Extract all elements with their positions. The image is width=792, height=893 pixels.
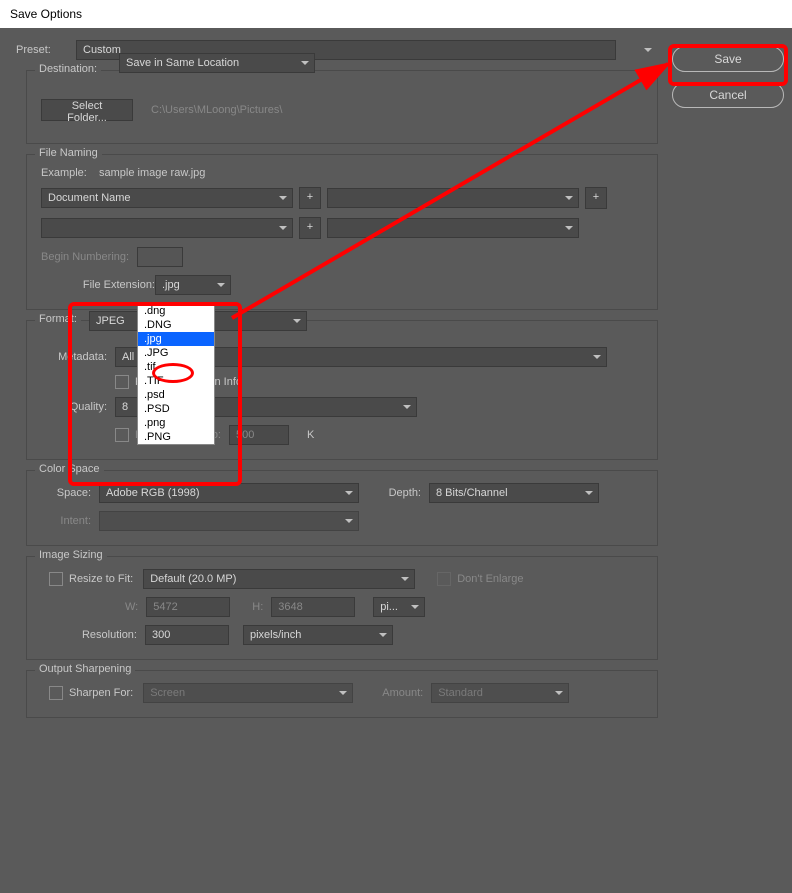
sharpening-fieldset: Output Sharpening Sharpen For: Screen Am… bbox=[26, 670, 658, 718]
naming-field-4[interactable] bbox=[327, 218, 579, 238]
depth-select[interactable]: 8 Bits/Channel bbox=[429, 483, 599, 503]
ext-option-PNG[interactable]: .PNG bbox=[138, 430, 214, 444]
space-select[interactable]: Adobe RGB (1998) bbox=[99, 483, 359, 503]
naming-field-3[interactable] bbox=[41, 218, 293, 238]
select-folder-button[interactable]: Select Folder... bbox=[41, 99, 133, 121]
ext-option-dng[interactable]: .dng bbox=[138, 304, 214, 318]
resize-label: Resize to Fit: bbox=[69, 573, 133, 585]
resolution-unit-select[interactable]: pixels/inch bbox=[243, 625, 393, 645]
ext-option-PSD[interactable]: .PSD bbox=[138, 402, 214, 416]
plus-icon-3[interactable]: + bbox=[299, 217, 321, 239]
file-extension-dropdown[interactable]: .dng .DNG .jpg .JPG .tif .TIF .psd .PSD … bbox=[137, 303, 215, 445]
destination-fieldset: Destination: Save in Same Location Selec… bbox=[26, 70, 658, 144]
sharpen-label: Sharpen For: bbox=[69, 687, 133, 699]
w-input bbox=[146, 597, 230, 617]
limit-filesize-checkbox[interactable] bbox=[115, 428, 129, 442]
h-input bbox=[271, 597, 355, 617]
ext-option-TIF[interactable]: .TIF bbox=[138, 374, 214, 388]
resolution-label: Resolution: bbox=[41, 629, 137, 641]
depth-label: Depth: bbox=[359, 487, 421, 499]
naming-field-2[interactable] bbox=[327, 188, 579, 208]
resize-select[interactable]: Default (20.0 MP) bbox=[143, 569, 415, 589]
ext-option-tif[interactable]: .tif bbox=[138, 360, 214, 374]
file-extension-select[interactable]: .jpg bbox=[155, 275, 231, 295]
remove-location-checkbox[interactable] bbox=[115, 375, 129, 389]
ext-option-JPG[interactable]: .JPG bbox=[138, 346, 214, 360]
intent-label: Intent: bbox=[41, 515, 91, 527]
window-title: Save Options bbox=[0, 0, 792, 28]
example-value: sample image raw.jpg bbox=[99, 167, 205, 179]
image-sizing-legend: Image Sizing bbox=[35, 549, 107, 561]
file-naming-fieldset: File Naming Example: sample image raw.jp… bbox=[26, 154, 658, 310]
save-button[interactable]: Save bbox=[672, 46, 784, 72]
resolution-input[interactable] bbox=[145, 625, 229, 645]
begin-numbering-label: Begin Numbering: bbox=[41, 251, 137, 263]
h-label: H: bbox=[252, 601, 263, 613]
destination-legend: Destination: bbox=[35, 63, 101, 75]
ext-option-psd[interactable]: .psd bbox=[138, 388, 214, 402]
color-space-fieldset: Color Space Space: Adobe RGB (1998) Dept… bbox=[26, 470, 658, 546]
file-naming-legend: File Naming bbox=[35, 147, 102, 159]
cancel-button[interactable]: Cancel bbox=[672, 82, 784, 108]
limit-filesize-input bbox=[229, 425, 289, 445]
dont-enlarge-checkbox bbox=[437, 572, 451, 586]
format-legend: Format: bbox=[35, 313, 81, 325]
image-sizing-fieldset: Image Sizing Resize to Fit: Default (20.… bbox=[26, 556, 658, 660]
destination-select[interactable]: Save in Same Location bbox=[119, 53, 315, 73]
amount-label: Amount: bbox=[353, 687, 423, 699]
sharpening-legend: Output Sharpening bbox=[35, 663, 135, 675]
naming-field-1[interactable]: Document Name bbox=[41, 188, 293, 208]
preset-label: Preset: bbox=[10, 44, 76, 56]
metadata-label: Metadata: bbox=[41, 351, 107, 363]
plus-icon[interactable]: + bbox=[299, 187, 321, 209]
sharpen-select: Screen bbox=[143, 683, 353, 703]
file-extension-label: File Extension: bbox=[41, 279, 155, 291]
amount-select: Standard bbox=[431, 683, 569, 703]
dont-enlarge-label: Don't Enlarge bbox=[457, 573, 523, 585]
intent-select bbox=[99, 511, 359, 531]
destination-path: C:\Users\MLoong\Pictures\ bbox=[151, 104, 282, 116]
w-label: W: bbox=[125, 601, 138, 613]
dim-unit-select[interactable]: pi... bbox=[373, 597, 425, 617]
resize-checkbox[interactable] bbox=[49, 572, 63, 586]
limit-unit: K bbox=[307, 429, 314, 441]
sharpen-checkbox[interactable] bbox=[49, 686, 63, 700]
ext-option-jpg[interactable]: .jpg bbox=[138, 332, 214, 346]
ext-option-DNG[interactable]: .DNG bbox=[138, 318, 214, 332]
color-space-legend: Color Space bbox=[35, 463, 104, 475]
quality-label: Quality: bbox=[41, 401, 107, 413]
example-label: Example: bbox=[41, 167, 99, 179]
format-fieldset: Format: JPEG Metadata: All Remove Locati… bbox=[26, 320, 658, 460]
begin-numbering-input bbox=[137, 247, 183, 267]
space-label: Space: bbox=[41, 487, 91, 499]
plus-icon-2[interactable]: + bbox=[585, 187, 607, 209]
ext-option-png[interactable]: .png bbox=[138, 416, 214, 430]
